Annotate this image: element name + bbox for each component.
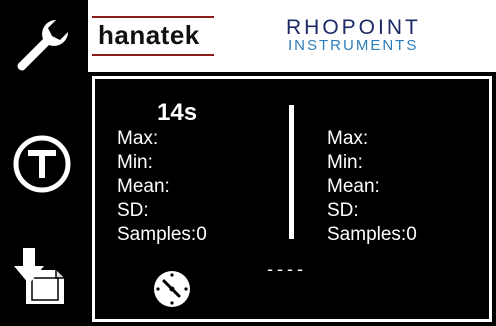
header-banner: hanatek RHOPOINT INSTRUMENTS: [88, 0, 496, 72]
hanatek-logo-text: hanatek: [98, 20, 200, 50]
stat-mean: Mean:: [117, 176, 170, 197]
stat-samples: Samples:0: [327, 224, 417, 245]
export-button[interactable]: [10, 244, 74, 308]
clock-icon: [154, 271, 190, 307]
stats-right: Max: Min: Mean: SD: Samples:0: [327, 127, 417, 247]
logo-rule-top: [92, 16, 214, 18]
rhopoint-logo-line2: INSTRUMENTS: [288, 37, 419, 54]
timer-readout: 14s: [157, 99, 198, 126]
rhopoint-logo-line1: RHOPOINT: [286, 16, 421, 39]
stat-samples: Samples:0: [117, 224, 207, 245]
stat-mean: Mean:: [327, 176, 380, 197]
sidebar: [0, 0, 88, 326]
settings-button[interactable]: [10, 14, 74, 78]
rhopoint-logo: RHOPOINT INSTRUMENTS: [286, 16, 486, 54]
logo-rule-bottom: [92, 54, 214, 56]
stats-left: Max: Min: Mean: SD: Samples:0: [117, 127, 207, 247]
timer-button[interactable]: [152, 269, 192, 309]
stat-max: Max:: [327, 128, 369, 149]
reading-placeholder: ----: [267, 259, 307, 279]
stat-min: Min:: [117, 152, 153, 173]
stat-sd: SD:: [327, 200, 359, 221]
wrench-icon: [17, 20, 68, 71]
hanatek-logo: hanatek: [92, 16, 214, 56]
column-divider: [289, 105, 294, 239]
measurement-panel: 14s Max: Min: Mean: SD: Samples:0 Max: M…: [92, 76, 492, 322]
download-file-icon: [14, 248, 64, 304]
tare-button[interactable]: [10, 132, 74, 196]
stat-min: Min:: [327, 152, 363, 173]
tare-t-icon: [13, 135, 71, 193]
stat-sd: SD:: [117, 200, 149, 221]
stat-max: Max:: [117, 128, 159, 149]
